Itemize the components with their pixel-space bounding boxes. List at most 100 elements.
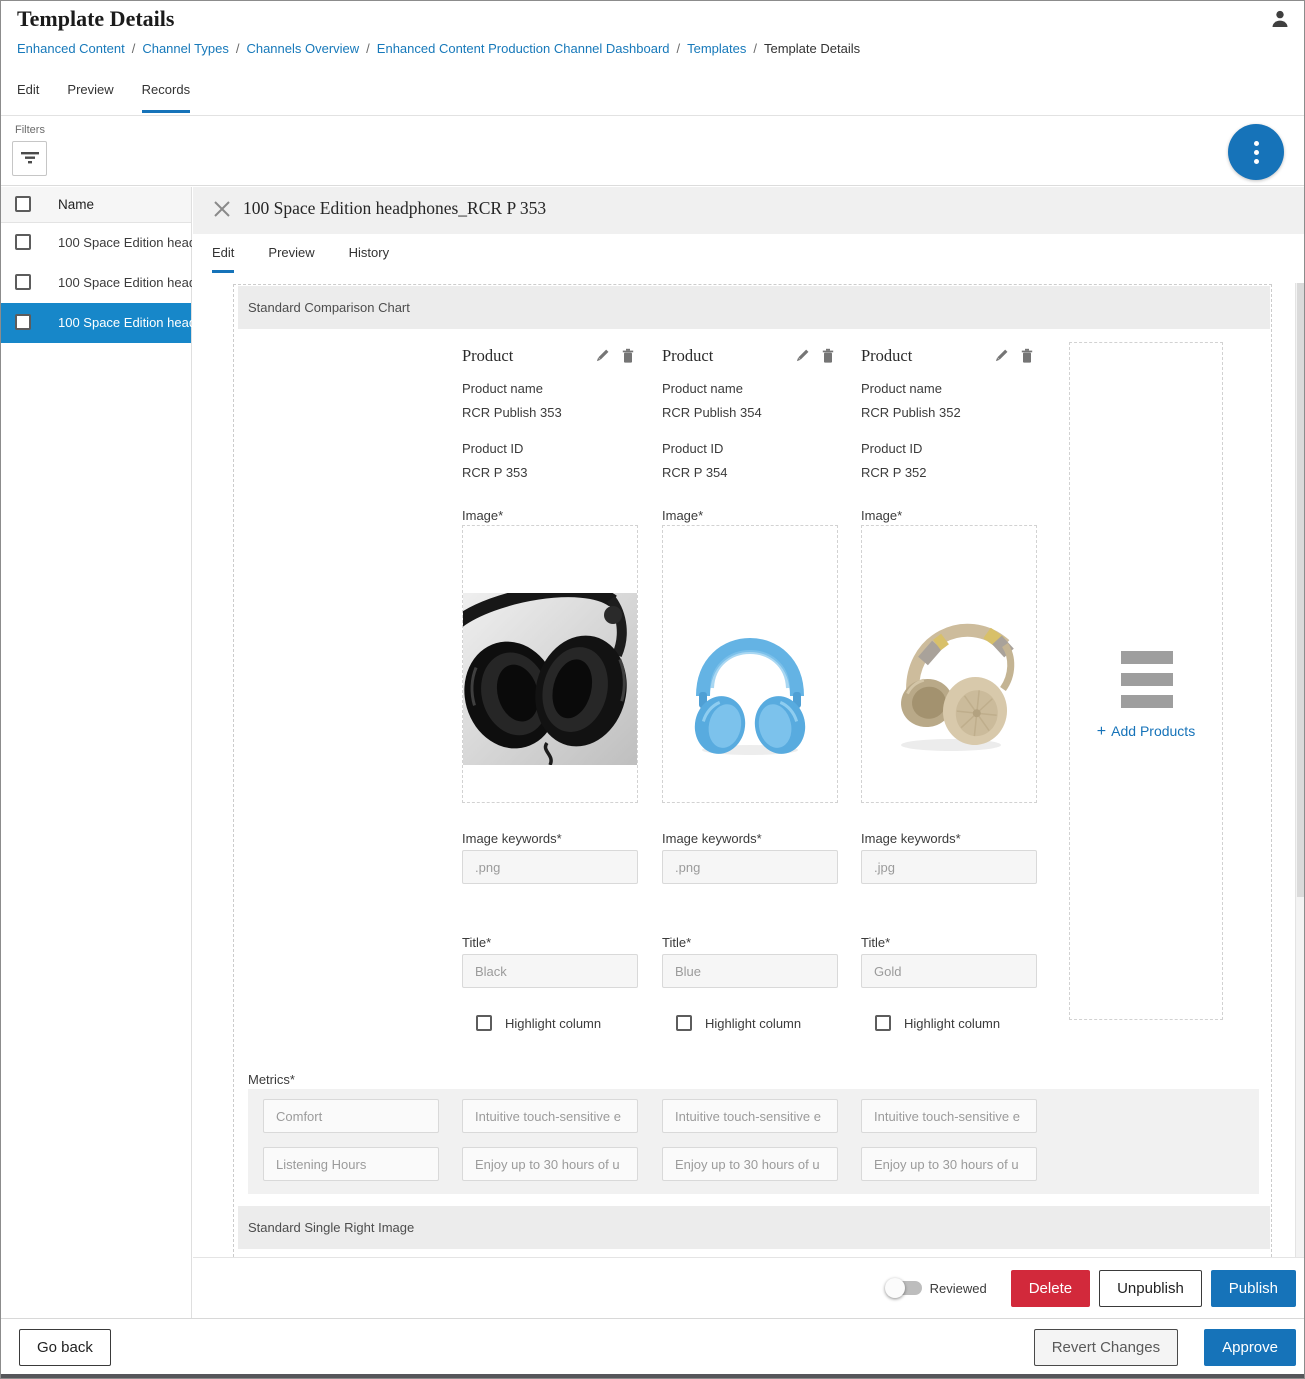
metric-input[interactable] [263,1147,439,1181]
publish-button[interactable]: Publish [1211,1270,1296,1307]
image-keywords-label: Image keywords* [462,831,562,846]
delete-product-icon[interactable] [1019,348,1035,364]
breadcrumb-separator: / [753,41,757,56]
image-upload-box[interactable] [861,525,1037,803]
breadcrumb-channels-overview[interactable]: Channels Overview [246,41,359,56]
image-label: Image* [861,508,902,523]
record-tab-edit[interactable]: Edit [212,245,234,273]
breadcrumb-enhanced-content[interactable]: Enhanced Content [17,41,125,56]
record-row-name: 100 Space Edition head [58,315,192,330]
record-row-name: 100 Space Edition head [58,275,192,290]
product-heading: Product [861,346,912,365]
section-title: Standard Single Right Image [248,1220,414,1235]
record-row-selected[interactable]: 100 Space Edition head [1,303,191,343]
delete-button[interactable]: Delete [1011,1270,1090,1307]
title-label: Title* [462,935,491,950]
user-account-icon[interactable] [1270,9,1290,29]
product-id-value: RCR P 353 [462,465,528,480]
unpublish-button[interactable]: Unpublish [1099,1270,1202,1307]
more-actions-fab[interactable] [1228,124,1284,180]
edit-product-icon[interactable] [794,348,810,364]
image-keywords-input[interactable] [662,850,838,884]
breadcrumb-channel-types[interactable]: Channel Types [142,41,229,56]
page-title: Template Details [17,6,174,32]
revert-changes-button[interactable]: Revert Changes [1034,1329,1178,1366]
reviewed-label: Reviewed [930,1281,987,1296]
edit-product-icon[interactable] [594,348,610,364]
edit-product-icon[interactable] [993,348,1009,364]
record-action-bar: Reviewed Delete Unpublish Publish [193,1257,1305,1318]
metric-input[interactable] [462,1099,638,1133]
detail-scrollbar[interactable] [1295,283,1304,1257]
product-heading: Product [662,346,713,365]
title-input[interactable] [861,954,1037,988]
image-upload-box[interactable] [462,525,638,803]
image-upload-box[interactable] [662,525,838,803]
record-row-name: 100 Space Edition head [58,235,192,250]
name-column-header: Name [58,197,94,212]
highlight-column-checkbox[interactable] [875,1015,891,1031]
record-title: 100 Space Edition headphones_RCR P 353 [243,198,546,219]
product-name-value: RCR Publish 353 [462,405,562,420]
record-row[interactable]: 100 Space Edition head [1,223,191,263]
app-header: Template Details Enhanced Content / Channe… [1,1,1304,116]
section-header-single-right-image[interactable]: Standard Single Right Image [238,1206,1270,1249]
breadcrumb-separator: / [366,41,370,56]
records-list: Name 100 Space Edition head 100 Space Ed… [1,187,192,1318]
tab-records[interactable]: Records [142,82,190,113]
record-row-checkbox[interactable] [15,314,31,330]
breadcrumb: Enhanced Content / Channel Types / Channels … [17,41,860,56]
metric-input[interactable] [861,1099,1037,1133]
breadcrumb-channel-dashboard[interactable]: Enhanced Content Production Channel Dash… [377,41,670,56]
record-tab-preview[interactable]: Preview [268,245,314,273]
highlight-column-checkbox[interactable] [476,1015,492,1031]
app-tabs: Edit Preview Records [17,82,190,113]
add-products-label: Add Products [1111,723,1195,739]
record-row-checkbox[interactable] [15,274,31,290]
gold-headphones-image [879,597,1019,755]
add-products-dropzone[interactable]: +Add Products [1069,342,1223,1020]
metric-input[interactable] [263,1099,439,1133]
reviewed-toggle[interactable] [886,1281,922,1295]
metric-input[interactable] [662,1099,838,1133]
select-all-checkbox[interactable] [15,196,31,212]
template-details-window: Template Details Enhanced Content / Channe… [0,0,1305,1379]
black-headphones-image [463,593,637,765]
image-keywords-input[interactable] [861,850,1037,884]
record-detail-header: 100 Space Edition headphones_RCR P 353 [193,187,1305,234]
scrollbar-thumb[interactable] [1297,283,1305,897]
breadcrumb-templates[interactable]: Templates [687,41,746,56]
close-icon[interactable] [213,200,231,218]
metric-input[interactable] [662,1147,838,1181]
product-name-label: Product name [861,381,942,396]
metric-input[interactable] [462,1147,638,1181]
delete-product-icon[interactable] [820,348,836,364]
tab-preview[interactable]: Preview [67,82,113,113]
product-id-label: Product ID [861,441,922,456]
tab-edit[interactable]: Edit [17,82,39,113]
record-row-checkbox[interactable] [15,234,31,250]
approve-button[interactable]: Approve [1204,1329,1296,1366]
add-products-button[interactable]: +Add Products [1070,723,1222,741]
go-back-button[interactable]: Go back [19,1329,111,1366]
highlight-column-label: Highlight column [904,1016,1000,1031]
records-list-header: Name [1,187,191,223]
product-column-2: Product Product name RCR Publish 354 Pro… [662,342,838,1062]
highlight-column-checkbox[interactable] [676,1015,692,1031]
section-header-comparison-chart[interactable]: Standard Comparison Chart [238,286,1270,329]
title-label: Title* [662,935,691,950]
product-name-value: RCR Publish 354 [662,405,762,420]
filters-label: Filters [15,124,45,136]
breadcrumb-template-details: Template Details [764,41,860,56]
product-heading: Product [462,346,513,365]
record-row[interactable]: 100 Space Edition head [1,263,191,303]
filter-button[interactable] [12,141,47,176]
delete-product-icon[interactable] [620,348,636,364]
toggle-knob [885,1278,905,1298]
record-tab-history[interactable]: History [349,245,389,273]
metric-input[interactable] [861,1147,1037,1181]
title-input[interactable] [462,954,638,988]
title-input[interactable] [662,954,838,988]
blue-headphones-image [682,600,818,758]
image-keywords-input[interactable] [462,850,638,884]
